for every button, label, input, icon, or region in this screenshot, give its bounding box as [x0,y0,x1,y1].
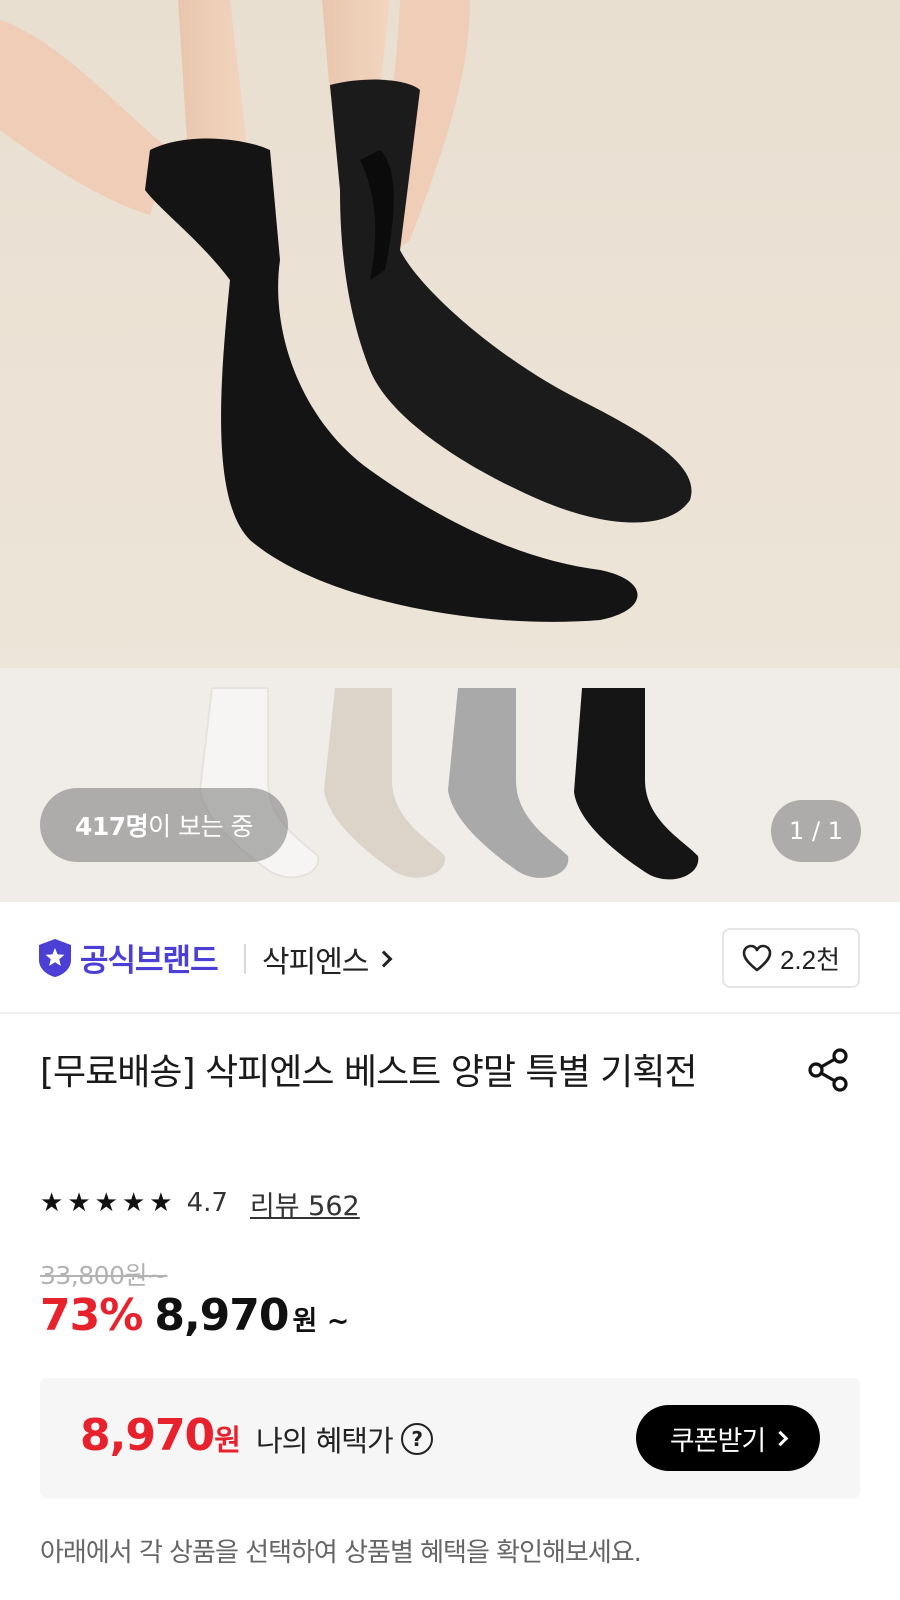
product-photo [0,0,900,902]
brand-name: 삭피엔스 [262,945,369,980]
star-icon: ★ [94,1188,118,1218]
review-link[interactable]: 리뷰 562 [250,1184,360,1223]
star-icon: ★ [67,1188,91,1218]
star-icon: ★ [149,1188,173,1218]
star-icon: ★ [40,1188,64,1218]
benefit-price: 8,970원 [80,1410,241,1461]
star-icon: ★ [121,1188,146,1218]
get-coupon-button[interactable]: 쿠폰받기 [636,1405,820,1471]
viewer-count-suffix: 이 보는 중 [148,812,254,841]
official-brand-label: 공식브랜드 [80,943,219,979]
viewer-count: 417명 [74,812,149,841]
like-count: 2.2천 [779,944,841,975]
discount-rate: 73% [40,1290,143,1341]
official-brand-star-icon [39,939,71,977]
viewer-count-badge: 417명 이 보는 중 [40,788,288,862]
chevron-right-icon [375,950,393,968]
image-page-indicator: 1 / 1 [771,800,861,862]
brand-link[interactable]: 삭피엔스 [262,937,393,981]
help-circle-icon[interactable]: ? [400,1423,433,1455]
benefit-price-unit: 원 [214,1423,241,1457]
chevron-right-icon [772,1430,789,1446]
product-image-gallery[interactable]: 417명 이 보는 중 1 / 1 [0,0,900,902]
price-row: 73% 8,970 원 ~ [40,1290,349,1341]
heart-icon [742,944,772,972]
option-notice: 아래에서 각 상품을 선택하여 상품별 혜택을 확인해보세요. [40,1538,642,1568]
coupon-button-label: 쿠폰받기 [669,1425,766,1457]
rating-value: 4.7 [186,1188,228,1218]
benefit-price-value: 8,970 [80,1410,215,1461]
benefit-label: 나의 혜택가 [256,1424,394,1458]
star-rating: ★ ★ ★ ★ ★ [40,1190,173,1216]
rating-row: ★ ★ ★ ★ ★ 4.7 리뷰 562 [40,1184,360,1223]
product-title: [무료배송] 삭피엔스 베스트 양말 특별 기획전 [40,1052,697,1093]
sale-price-unit: 원 ~ [292,1306,350,1337]
share-icon[interactable] [806,1046,852,1094]
sale-price: 8,970 [154,1290,289,1341]
benefit-label-group: 나의 혜택가 ? [256,1418,433,1460]
brand-divider [244,944,246,974]
original-price: 33,800원~ [40,1261,168,1290]
like-button[interactable]: 2.2천 [722,928,860,988]
